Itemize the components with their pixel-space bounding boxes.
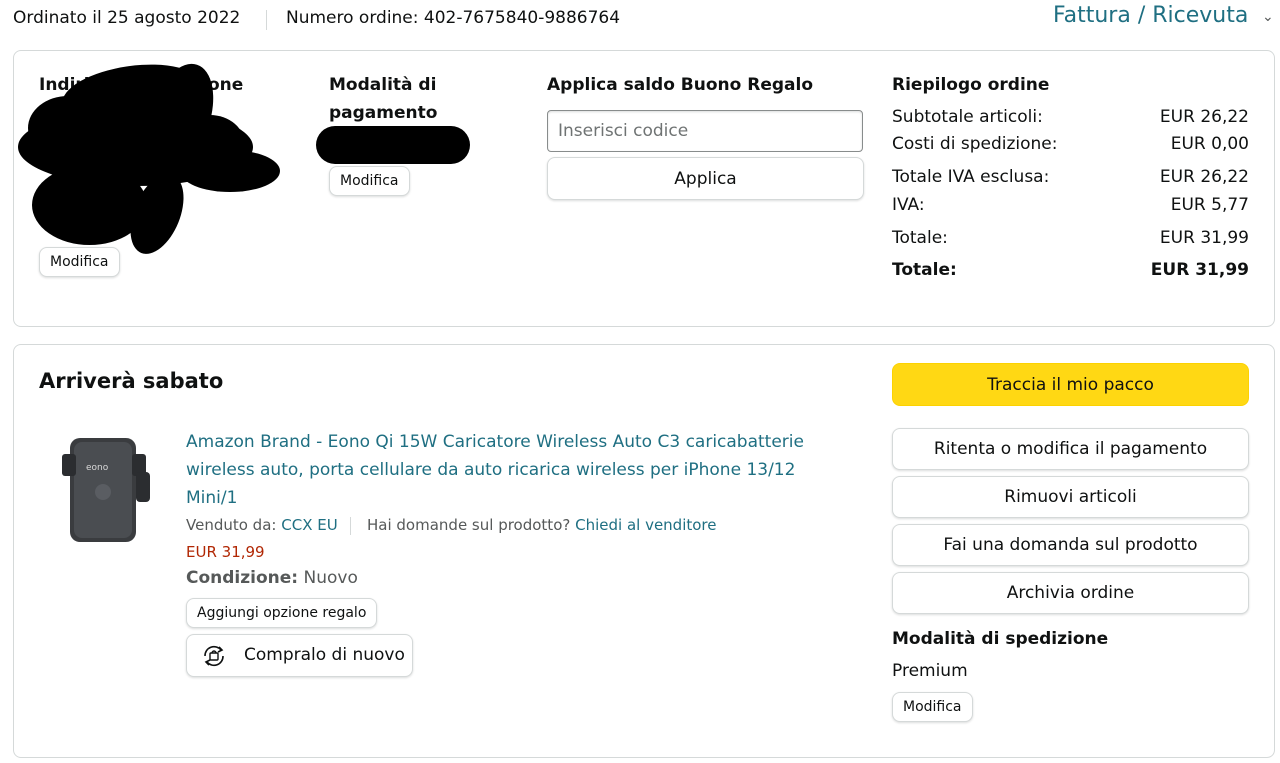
edit-address-button[interactable]: Modifica	[39, 247, 120, 277]
sold-by-label: Venduto da:	[186, 516, 277, 534]
archive-order-button[interactable]: Archivia ordine	[892, 572, 1249, 614]
summary-label: Costi di spedizione:	[892, 134, 1058, 154]
ask-seller-link[interactable]: Chiedi al venditore	[575, 516, 716, 534]
product-price: EUR 31,99	[186, 543, 265, 561]
condition-value: Nuovo	[303, 568, 358, 588]
summary-value: EUR 26,22	[1159, 107, 1249, 127]
remove-items-button[interactable]: Rimuovi articoli	[892, 476, 1249, 518]
summary-value: EUR 0,00	[1170, 134, 1249, 154]
summary-row: IVA: EUR 5,77	[892, 195, 1249, 215]
divider	[266, 10, 267, 30]
product-condition: Condizione: Nuovo	[186, 568, 358, 588]
buy-again-button[interactable]: Compralo di nuovo	[186, 634, 413, 677]
summary-label: Totale IVA esclusa:	[892, 167, 1050, 187]
question-label: Hai domande sul prodotto?	[367, 516, 571, 534]
retry-payment-button[interactable]: Ritenta o modifica il pagamento	[892, 428, 1249, 470]
summary-value: EUR 26,22	[1159, 167, 1249, 187]
order-header: Ordinato il 25 agosto 2022 Numero ordine…	[0, 0, 1280, 40]
divider	[350, 517, 351, 535]
product-brand-label: eono	[86, 463, 109, 473]
shipping-method-title: Modalità di spedizione	[892, 629, 1109, 649]
shipping-method-value: Premium	[892, 661, 968, 681]
payment-title: Modalità di pagamento	[329, 75, 438, 123]
add-gift-option-button[interactable]: Aggiungi opzione regalo	[186, 598, 378, 628]
product-question: Hai domande sul prodotto? Chiedi al vend…	[367, 516, 717, 534]
sold-by: Venduto da: CCX EU	[186, 516, 338, 534]
summary-label: Totale:	[892, 228, 948, 248]
order-number: Numero ordine: 402-7675840-9886764	[286, 8, 621, 28]
invoice-link[interactable]: Fattura / Ricevuta	[1053, 3, 1248, 28]
gift-code-input[interactable]	[547, 110, 863, 152]
buy-again-label: Compralo di nuovo	[244, 645, 405, 665]
summary-row: Totale: EUR 31,99	[892, 228, 1249, 248]
track-package-button[interactable]: Traccia il mio pacco	[892, 363, 1249, 406]
chevron-down-icon[interactable]: ⌄	[1262, 9, 1274, 25]
condition-label: Condizione:	[186, 568, 299, 588]
arrival-title: Arriverà sabato	[39, 369, 224, 393]
summary-label: Subtotale articoli:	[892, 107, 1043, 127]
edit-shipping-method-button[interactable]: Modifica	[892, 692, 973, 722]
summary-label: Totale:	[892, 260, 957, 280]
gift-card-title: Applica saldo Buono Regalo	[547, 75, 814, 95]
summary-row: Subtotale articoli: EUR 26,22	[892, 107, 1249, 127]
summary-value: EUR 31,99	[1150, 260, 1249, 280]
summary-value: EUR 5,77	[1170, 195, 1249, 215]
product-title-link[interactable]: Amazon Brand - Eono Qi 15W Caricatore Wi…	[186, 428, 826, 512]
ask-question-button[interactable]: Fai una domanda sul prodotto	[892, 524, 1249, 566]
summary-row: Costi di spedizione: EUR 0,00	[892, 134, 1249, 154]
buy-again-icon	[204, 645, 224, 667]
summary-value: EUR 31,99	[1159, 228, 1249, 248]
order-date: Ordinato il 25 agosto 2022	[13, 8, 241, 28]
payment-redaction	[316, 126, 470, 164]
edit-payment-button[interactable]: Modifica	[329, 166, 410, 196]
summary-row: Totale IVA esclusa: EUR 26,22	[892, 167, 1249, 187]
summary-total-row: Totale: EUR 31,99	[892, 260, 1249, 280]
summary-label: IVA:	[892, 195, 925, 215]
seller-link[interactable]: CCX EU	[281, 516, 337, 534]
product-image[interactable]: eono	[58, 432, 154, 548]
summary-title: Riepilogo ordine	[892, 75, 1050, 95]
apply-gift-button[interactable]: Applica	[547, 157, 864, 200]
